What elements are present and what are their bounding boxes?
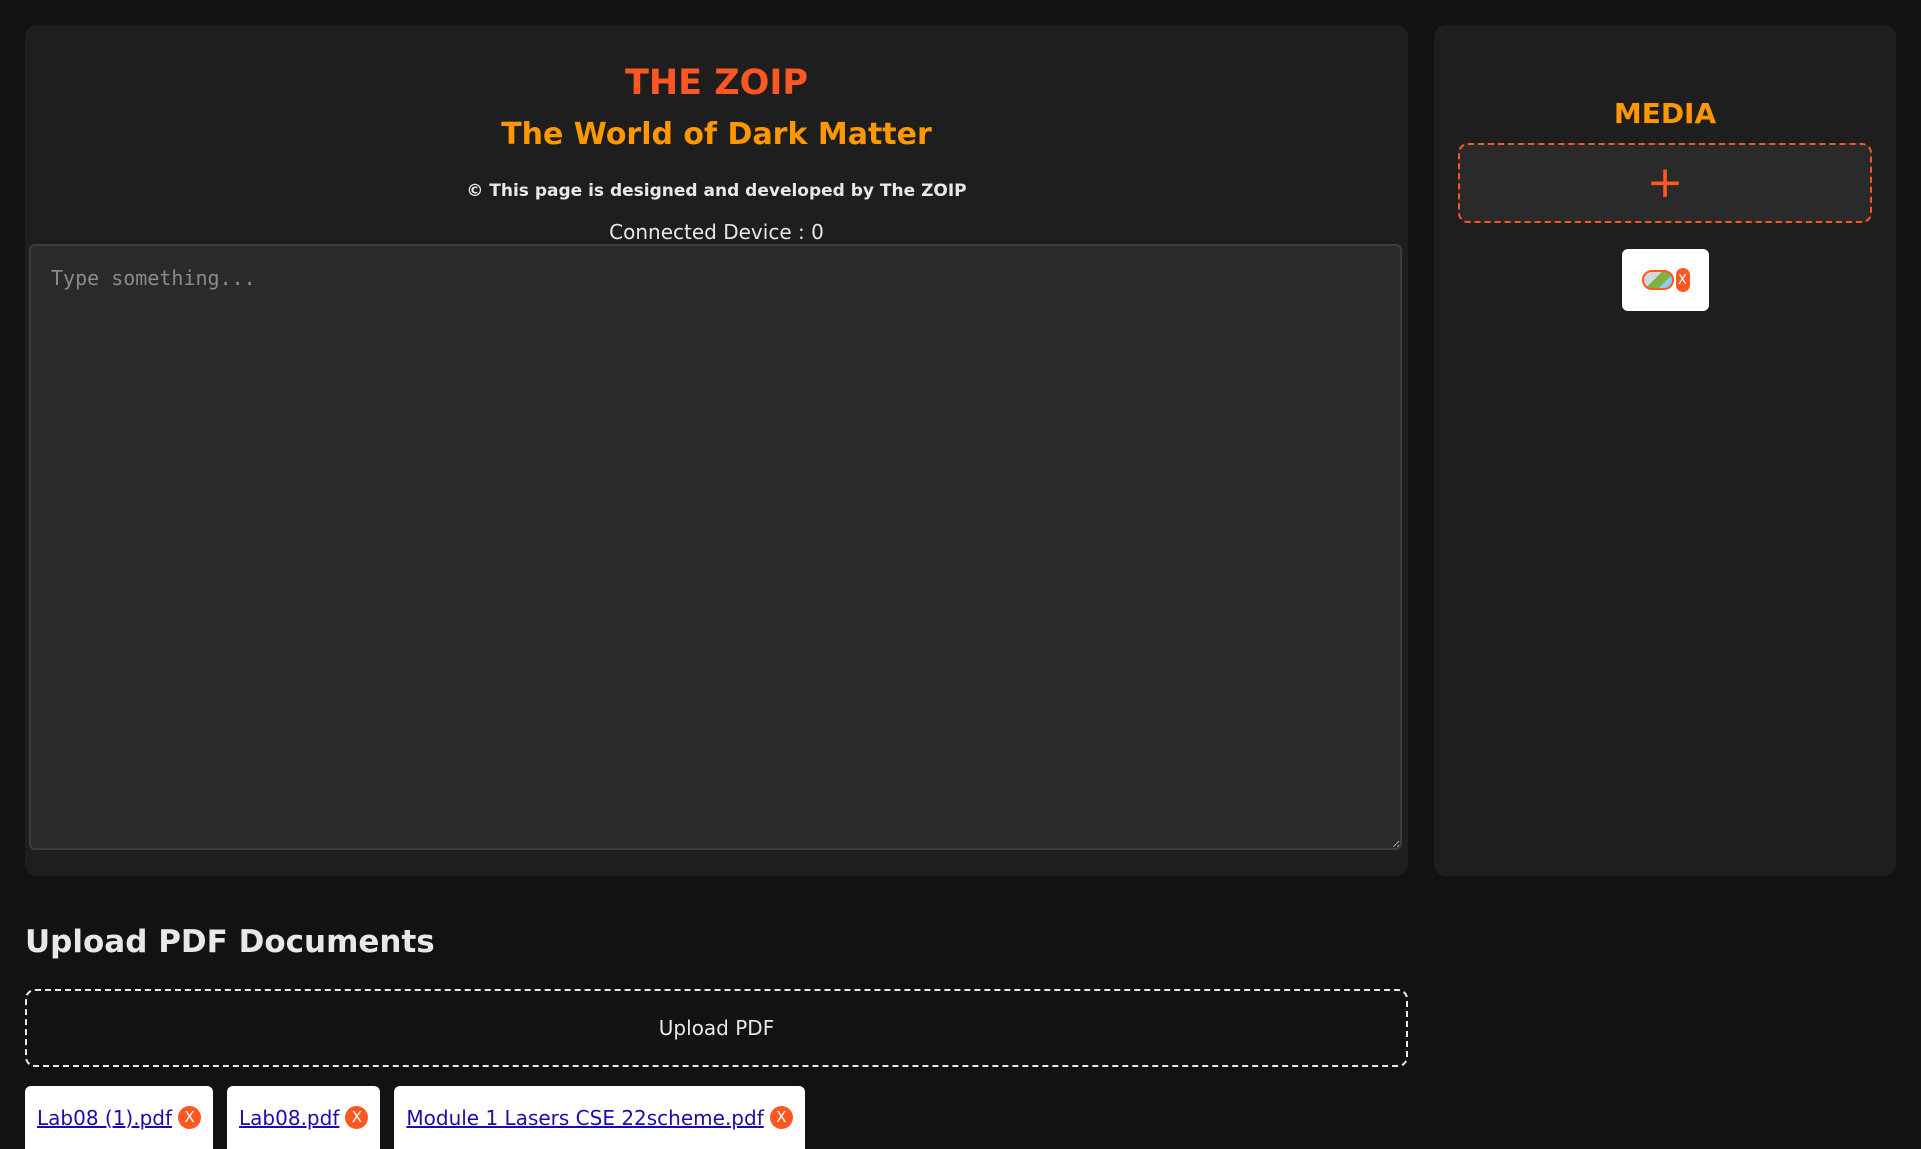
media-item: X — [1622, 249, 1709, 311]
remove-pdf-button[interactable]: X — [769, 1106, 793, 1129]
pdf-item: Module 1 Lasers CSE 22scheme.pdf X — [394, 1086, 805, 1149]
pdf-link[interactable]: Lab08.pdf — [239, 1106, 339, 1130]
pdf-list: Lab08 (1).pdf X Lab08.pdf X Module 1 Las… — [25, 1086, 805, 1149]
text-editor[interactable] — [29, 244, 1402, 850]
page: THE ZOIP The World of Dark Matter © This… — [0, 0, 1921, 1149]
pdf-item: Lab08 (1).pdf X — [25, 1086, 214, 1149]
media-panel: MEDIA + X — [1434, 25, 1896, 876]
plus-icon: + — [1646, 157, 1684, 208]
pdf-item: Lab08.pdf X — [227, 1086, 381, 1149]
remove-media-button[interactable]: X — [1675, 268, 1690, 292]
add-media-button[interactable]: + — [1458, 143, 1872, 223]
main-panel: THE ZOIP The World of Dark Matter © This… — [25, 25, 1408, 876]
site-subtitle: The World of Dark Matter — [501, 117, 932, 152]
remove-pdf-button[interactable]: X — [178, 1106, 202, 1129]
upload-heading: Upload PDF Documents — [25, 924, 435, 960]
connected-device-count: Connected Device : 0 — [609, 220, 824, 244]
broken-image-icon[interactable] — [1641, 270, 1674, 290]
upload-pdf-button[interactable]: Upload PDF — [25, 989, 1408, 1067]
media-title: MEDIA — [1613, 97, 1717, 130]
credit-text: © This page is designed and developed by… — [466, 181, 967, 201]
site-title: THE ZOIP — [624, 63, 809, 103]
remove-pdf-button[interactable]: X — [345, 1106, 369, 1129]
pdf-link[interactable]: Module 1 Lasers CSE 22scheme.pdf — [406, 1106, 763, 1130]
pdf-link[interactable]: Lab08 (1).pdf — [37, 1106, 172, 1130]
